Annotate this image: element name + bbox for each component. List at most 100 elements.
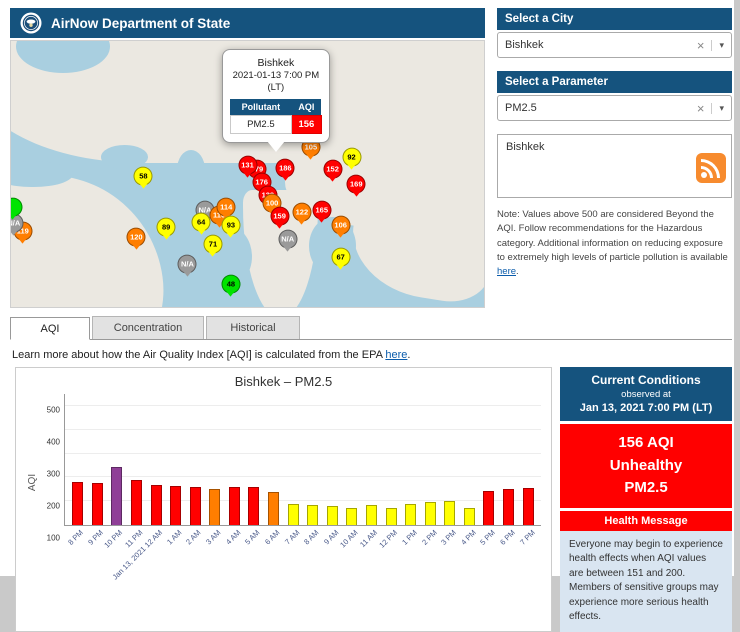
x-tick-label: 5 PM (479, 528, 498, 547)
x-tick-label: 3 AM (204, 528, 222, 546)
map-marker[interactable]: 71 (203, 235, 222, 254)
chart-bar-slot (166, 394, 186, 525)
map-marker[interactable]: 58 (134, 167, 153, 186)
chart-bar[interactable] (346, 508, 357, 525)
parameter-select[interactable]: PM2.5 × ▾ (497, 95, 732, 121)
x-tick-label: 7 PM (518, 528, 537, 547)
map-marker[interactable]: 186 (276, 159, 295, 178)
map-marker[interactable]: 92 (342, 148, 361, 167)
x-tick: 2 PM (420, 526, 440, 570)
current-conditions-header: Current Conditions observed at Jan 13, 2… (560, 367, 732, 421)
clear-icon[interactable]: × (690, 101, 712, 116)
x-tick: 7 PM (518, 526, 538, 570)
map-marker[interactable]: 165 (312, 200, 331, 219)
chart-bar[interactable] (170, 486, 181, 525)
map-marker[interactable]: 89 (157, 217, 176, 236)
x-tick-label: 10 PM (103, 528, 125, 550)
chart-bar[interactable] (523, 488, 534, 525)
page: AirNow Department of State 5817918610592… (0, 0, 734, 576)
x-tick: 5 PM (479, 526, 499, 570)
chart-bar[interactable] (425, 502, 436, 525)
chart-y-axis: 100200300400500 (40, 394, 64, 570)
note-here-link[interactable]: here (497, 266, 516, 277)
chart-bar[interactable] (111, 467, 122, 525)
map-marker[interactable]: 64 (192, 212, 211, 231)
popup-pollutant-value: PM2.5 (230, 115, 291, 133)
popup-col-aqi: AQI (291, 99, 321, 116)
chart-bar[interactable] (268, 492, 279, 525)
x-tick-label: 1 AM (165, 528, 183, 546)
tab-historical[interactable]: Historical (206, 316, 300, 339)
map-marker[interactable]: 67 (331, 248, 350, 267)
note-suffix: . (516, 266, 519, 277)
x-tick: 9 PM (87, 526, 107, 570)
chart-bar[interactable] (190, 487, 201, 525)
epa-here-link[interactable]: here (385, 349, 407, 361)
chart-bar-slot (401, 394, 421, 525)
chart-bar-slot (460, 394, 480, 525)
dos-seal-icon (20, 12, 42, 34)
chart-bar[interactable] (464, 508, 475, 525)
x-tick-label: 2 AM (184, 528, 202, 546)
chart-bar[interactable] (386, 508, 397, 525)
chart-bar[interactable] (209, 489, 220, 525)
chart-bar[interactable] (366, 505, 377, 525)
chart-bar[interactable] (405, 504, 416, 525)
chart-bar[interactable] (131, 480, 142, 525)
chart-bar[interactable] (503, 489, 514, 525)
chart-bar[interactable] (72, 482, 83, 525)
map-marker[interactable]: 93 (221, 216, 240, 235)
map-marker[interactable]: N/A (278, 229, 297, 248)
chart-bar-slot (88, 394, 108, 525)
observed-datetime: Jan 13, 2021 7:00 PM (LT) (564, 402, 728, 414)
chart-bar[interactable] (307, 505, 318, 525)
city-select[interactable]: Bishkek × ▾ (497, 32, 732, 58)
tab-aqi[interactable]: AQI (10, 317, 90, 340)
chart-bar[interactable] (248, 487, 259, 525)
chart-bar-slot (420, 394, 440, 525)
map-sea (177, 150, 205, 190)
map-marker[interactable]: 48 (221, 274, 240, 293)
x-tick: 8 AM (303, 526, 323, 570)
chevron-down-icon[interactable]: ▾ (711, 40, 724, 51)
chart-bar[interactable] (444, 501, 455, 525)
rss-feed-icon[interactable] (696, 153, 726, 183)
chart-bar[interactable] (327, 506, 338, 525)
chart-bar-slot (264, 394, 284, 525)
map-marker[interactable]: 122 (292, 202, 311, 221)
chart-bar[interactable] (483, 491, 494, 525)
chart-bar-slot (205, 394, 225, 525)
map-marker[interactable]: N/A (178, 255, 197, 274)
chart-bar[interactable] (229, 487, 240, 525)
map-marker[interactable]: 131 (238, 156, 257, 175)
health-message-title: Health Message (560, 511, 732, 531)
city-select-value: Bishkek (505, 39, 690, 51)
current-aqi-box: 156 AQI Unhealthy PM2.5 (560, 424, 732, 508)
x-tick: 7 AM (283, 526, 303, 570)
chevron-down-icon[interactable]: ▾ (711, 103, 724, 114)
y-axis-title: AQI (26, 394, 40, 570)
chart-bar[interactable] (288, 504, 299, 525)
map-marker[interactable]: 120 (127, 228, 146, 247)
tab-bar: AQI Concentration Historical (10, 316, 732, 340)
tab-concentration[interactable]: Concentration (92, 316, 204, 339)
aqi-map[interactable]: 5817918610592152169176138131N/A641101149… (10, 40, 485, 308)
top-row: AirNow Department of State 5817918610592… (10, 8, 732, 308)
app-header: AirNow Department of State (10, 8, 485, 38)
observed-at-label: observed at (564, 389, 728, 400)
sidebar: Select a City Bishkek × ▾ Select a Param… (497, 8, 732, 308)
chart-bar[interactable] (151, 485, 162, 525)
parameter-select-header: Select a Parameter (497, 71, 732, 93)
x-tick: 1 PM (401, 526, 421, 570)
chart-bar-slot (323, 394, 343, 525)
map-marker[interactable]: 169 (347, 175, 366, 194)
epa-text: Learn more about how the Air Quality Ind… (12, 349, 385, 361)
map-marker[interactable]: 159 (270, 206, 289, 225)
clear-icon[interactable]: × (690, 38, 712, 53)
x-tick: 3 PM (440, 526, 460, 570)
feed-box: Bishkek (497, 134, 732, 198)
chart-bar[interactable] (92, 483, 103, 525)
map-marker[interactable]: 106 (331, 216, 350, 235)
map-marker[interactable]: 152 (323, 160, 342, 179)
map-marker[interactable]: 114 (217, 197, 236, 216)
